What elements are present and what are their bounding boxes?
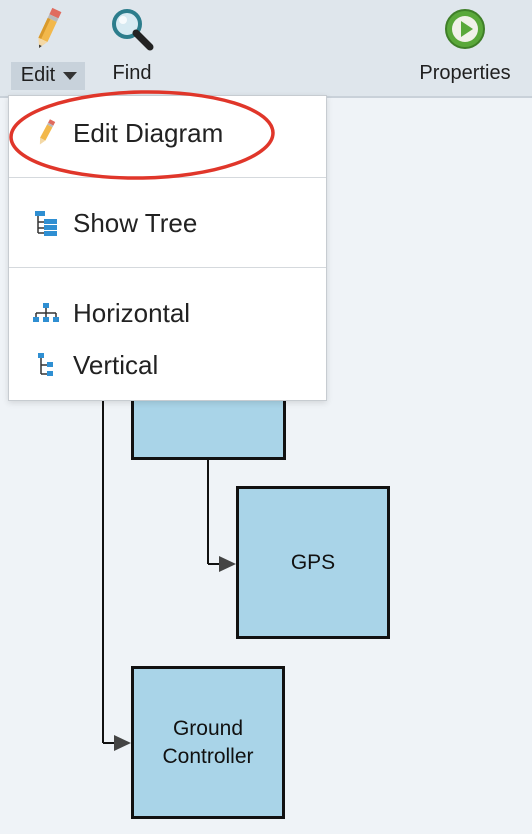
find-button[interactable]: Find bbox=[100, 6, 164, 85]
menu-item-label: Edit Diagram bbox=[73, 117, 224, 148]
menu-item-edit-diagram[interactable]: Edit Diagram bbox=[9, 110, 326, 156]
menu-item-label: Horizontal bbox=[73, 297, 191, 328]
menu-item-label: Vertical bbox=[73, 349, 159, 380]
node-label: Ground Controller bbox=[162, 716, 254, 768]
diagram-node-ground-controller[interactable]: Ground Controller bbox=[131, 666, 285, 819]
vertical-layout-icon bbox=[31, 352, 61, 378]
toolbar: Edit Find Properties bbox=[0, 0, 532, 98]
edit-menu-button[interactable]: Edit bbox=[10, 62, 86, 90]
tree-icon bbox=[31, 209, 61, 237]
node-label: GPS bbox=[290, 550, 336, 574]
properties-label: Properties bbox=[419, 62, 511, 84]
edit-tool[interactable]: Edit bbox=[8, 6, 88, 90]
menu-item-label: Show Tree bbox=[73, 207, 198, 238]
edit-dropdown-menu: Edit Diagram Show Tree Horizontal Vertic… bbox=[8, 95, 327, 401]
magnifier-icon bbox=[100, 6, 164, 58]
play-circle-icon bbox=[410, 6, 520, 58]
menu-item-show-tree[interactable]: Show Tree bbox=[9, 200, 326, 246]
edit-label: Edit bbox=[20, 64, 56, 86]
menu-item-vertical[interactable]: Vertical bbox=[9, 342, 326, 388]
properties-button[interactable]: Properties bbox=[410, 6, 520, 85]
horizontal-layout-icon bbox=[31, 302, 61, 324]
pencil-icon bbox=[8, 6, 88, 58]
diagram-node-gps[interactable]: GPS bbox=[236, 486, 390, 639]
pencil-icon bbox=[31, 118, 61, 148]
menu-divider bbox=[9, 267, 326, 268]
menu-item-horizontal[interactable]: Horizontal bbox=[9, 290, 326, 336]
find-label: Find bbox=[112, 62, 152, 84]
chevron-down-icon bbox=[63, 71, 78, 80]
menu-divider bbox=[9, 177, 326, 178]
app-page: Edit Find Properties GPS Ground Controll… bbox=[0, 0, 532, 834]
